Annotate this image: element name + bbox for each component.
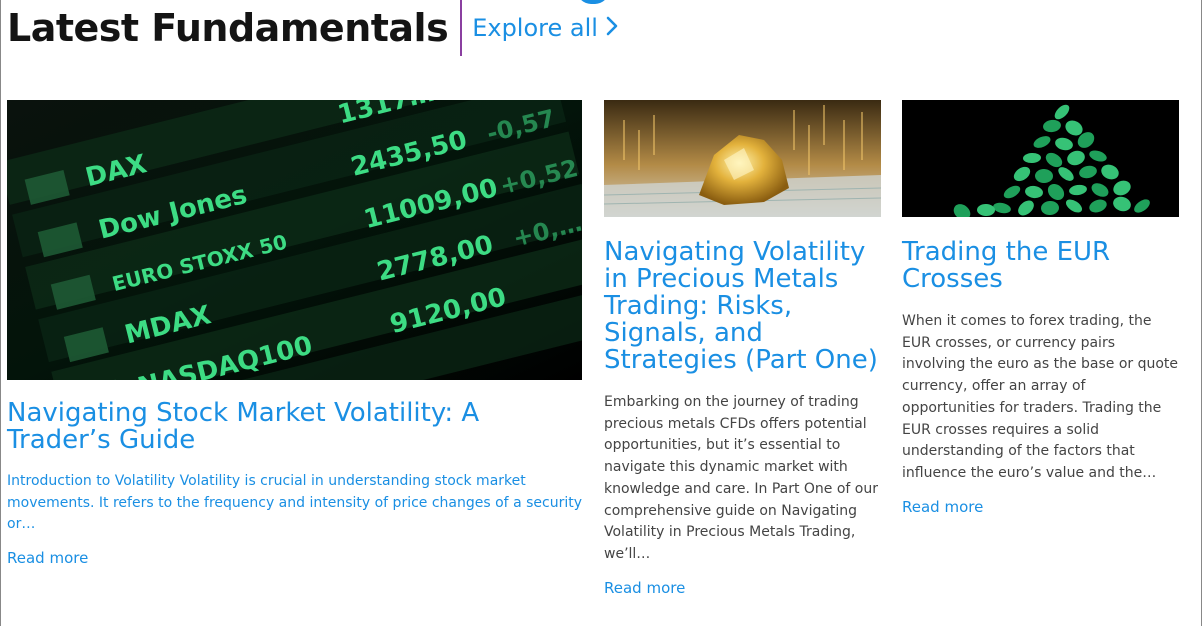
article-card: DAX1317…+0,43Dow Jones2435,50-0,57EURO S…: [7, 100, 582, 567]
read-more-link[interactable]: Read more: [604, 579, 685, 597]
article-title[interactable]: Navigating Stock Market Volatility: A Tr…: [7, 400, 582, 454]
chevron-right-icon: [606, 14, 618, 42]
section-title: Latest Fundamentals: [7, 6, 449, 50]
article-image-euro-coins[interactable]: [902, 100, 1179, 217]
article-excerpt: Introduction to Volatility Volatility is…: [7, 473, 582, 533]
read-more-link[interactable]: Read more: [7, 549, 88, 567]
article-card: Trading the EUR Crosses When it comes to…: [902, 100, 1179, 516]
article-card: Navigating Volatility in Precious Metals…: [604, 100, 881, 597]
page: Latest Fundamentals Explore all DAX 1317…: [0, 0, 1202, 626]
article-title[interactable]: Navigating Volatility in Precious Metals…: [604, 239, 881, 374]
article-image-gold-nugget[interactable]: [604, 100, 881, 217]
article-title[interactable]: Trading the EUR Crosses: [902, 239, 1179, 293]
section-header: Latest Fundamentals Explore all: [7, 0, 618, 56]
article-excerpt: Embarking on the journey of trading prec…: [604, 394, 878, 562]
article-excerpt: When it comes to forex trading, the EUR …: [902, 313, 1179, 481]
read-more-link[interactable]: Read more: [902, 498, 983, 516]
article-image-stock-ticker[interactable]: DAX1317…+0,43Dow Jones2435,50-0,57EURO S…: [7, 100, 582, 380]
explore-all-label: Explore all: [472, 14, 598, 42]
header-divider: [460, 0, 463, 56]
explore-all-link[interactable]: Explore all: [472, 14, 618, 42]
